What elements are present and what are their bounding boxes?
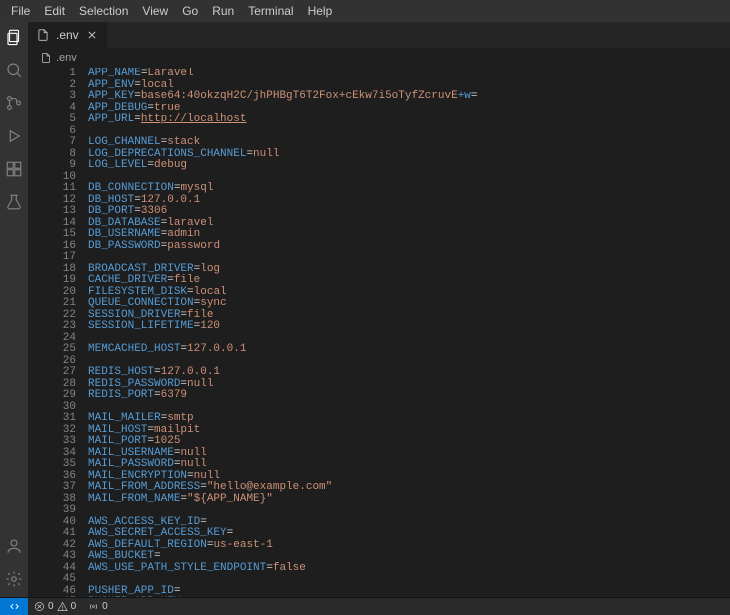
line-number: 23 <box>28 321 76 333</box>
line-number: 27 <box>28 367 76 379</box>
menu-view[interactable]: View <box>135 0 175 22</box>
extensions-icon[interactable] <box>5 160 23 181</box>
line-number: 5 <box>28 114 76 126</box>
activity-bar <box>0 22 28 597</box>
code-line[interactable]: DB_PASSWORD=password <box>88 241 730 253</box>
code-line[interactable] <box>88 574 730 586</box>
line-number: 1 <box>28 68 76 80</box>
line-number: 33 <box>28 436 76 448</box>
file-icon <box>40 52 52 64</box>
search-icon[interactable] <box>5 61 23 82</box>
code-line[interactable]: LOG_LEVEL=debug <box>88 160 730 172</box>
line-number: 15 <box>28 229 76 241</box>
line-number: 39 <box>28 505 76 517</box>
line-number: 29 <box>28 390 76 402</box>
menu-run[interactable]: Run <box>205 0 241 22</box>
menubar: FileEditSelectionViewGoRunTerminalHelp <box>0 0 730 22</box>
code-line[interactable]: APP_KEY=base64:40okzqH2C/jhPHBgT6T2Fox+c… <box>88 91 730 103</box>
code-line[interactable]: AWS_USE_PATH_STYLE_ENDPOINT=false <box>88 563 730 575</box>
menu-go[interactable]: Go <box>175 0 205 22</box>
errors-count: 0 <box>48 601 54 612</box>
line-number: 13 <box>28 206 76 218</box>
code-content[interactable]: APP_NAME=LaravelAPP_ENV=localAPP_KEY=bas… <box>88 68 730 597</box>
problems-status[interactable]: 0 0 <box>28 598 82 615</box>
code-line[interactable]: AWS_DEFAULT_REGION=us-east-1 <box>88 540 730 552</box>
line-number: 25 <box>28 344 76 356</box>
code-line[interactable]: DB_HOST=127.0.0.1 <box>88 195 730 207</box>
line-number: 41 <box>28 528 76 540</box>
line-number: 7 <box>28 137 76 149</box>
editor-area: .env .env 123456789101112131415161718192… <box>28 22 730 597</box>
editor[interactable]: 1234567891011121314151617181920212223242… <box>28 68 730 597</box>
line-number: 17 <box>28 252 76 264</box>
line-numbers: 1234567891011121314151617181920212223242… <box>28 68 88 597</box>
menu-selection[interactable]: Selection <box>72 0 135 22</box>
code-line[interactable]: APP_URL=http://localhost <box>88 114 730 126</box>
line-number: 9 <box>28 160 76 172</box>
source-control-icon[interactable] <box>5 94 23 115</box>
tab-env[interactable]: .env <box>28 22 108 48</box>
close-icon[interactable] <box>85 28 99 42</box>
status-bar: 0 0 0 <box>0 597 730 615</box>
line-number: 35 <box>28 459 76 471</box>
warnings-count: 0 <box>71 601 77 612</box>
line-number: 19 <box>28 275 76 287</box>
code-line[interactable]: MEMCACHED_HOST=127.0.0.1 <box>88 344 730 356</box>
accounts-icon[interactable] <box>5 537 23 558</box>
tab-label: .env <box>56 28 79 42</box>
code-line[interactable]: SESSION_LIFETIME=120 <box>88 321 730 333</box>
line-number: 37 <box>28 482 76 494</box>
file-icon <box>36 28 50 42</box>
tab-bar: .env <box>28 22 730 48</box>
line-number: 21 <box>28 298 76 310</box>
menu-file[interactable]: File <box>4 0 37 22</box>
menu-help[interactable]: Help <box>301 0 340 22</box>
remote-indicator[interactable] <box>0 598 28 615</box>
menu-edit[interactable]: Edit <box>37 0 72 22</box>
line-number: 45 <box>28 574 76 586</box>
line-number: 11 <box>28 183 76 195</box>
settings-icon[interactable] <box>5 570 23 591</box>
code-line[interactable]: MAIL_FROM_NAME="${APP_NAME}" <box>88 494 730 506</box>
explorer-icon[interactable] <box>5 28 23 49</box>
breadcrumb-label: .env <box>56 52 77 64</box>
line-number: 43 <box>28 551 76 563</box>
menu-terminal[interactable]: Terminal <box>241 0 300 22</box>
line-number: 31 <box>28 413 76 425</box>
main-area: .env .env 123456789101112131415161718192… <box>0 22 730 597</box>
code-line[interactable]: REDIS_PORT=6379 <box>88 390 730 402</box>
breadcrumb[interactable]: .env <box>28 48 730 68</box>
code-line[interactable]: APP_NAME=Laravel <box>88 68 730 80</box>
ports-count: 0 <box>102 601 108 612</box>
line-number: 3 <box>28 91 76 103</box>
debug-icon[interactable] <box>5 127 23 148</box>
code-line[interactable]: MAIL_HOST=mailpit <box>88 425 730 437</box>
ports-status[interactable]: 0 <box>82 598 114 615</box>
testing-icon[interactable] <box>5 193 23 214</box>
